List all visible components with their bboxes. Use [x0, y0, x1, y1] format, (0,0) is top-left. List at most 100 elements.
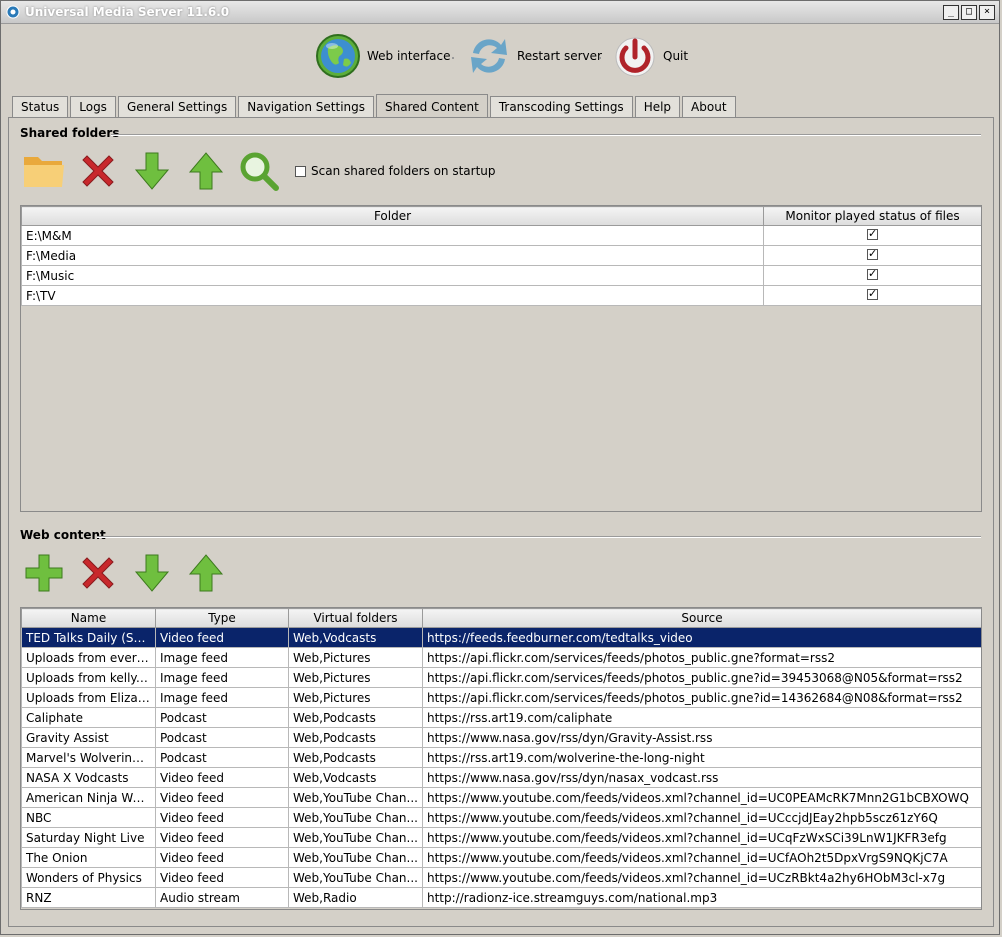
close-button[interactable]: ×	[979, 5, 995, 20]
table-row[interactable]: F:\Music	[21, 265, 981, 286]
maximize-button[interactable]: □	[961, 5, 977, 20]
source-cell[interactable]: https://rss.art19.com/caliphate	[422, 707, 981, 728]
virtual-folders-cell[interactable]: Web,Vodcasts	[288, 627, 423, 648]
type-cell[interactable]: Image feed	[155, 687, 289, 708]
virtual-folders-cell[interactable]: Web,YouTube Chan...	[288, 847, 423, 868]
type-cell[interactable]: Image feed	[155, 647, 289, 668]
tab-shared-content[interactable]: Shared Content	[376, 94, 488, 118]
web-interface-button[interactable]: Web interface	[315, 33, 451, 79]
virtual-folders-cell[interactable]: Web,Pictures	[288, 647, 423, 668]
name-cell[interactable]: Uploads from Elizab...	[21, 687, 156, 708]
table-row[interactable]: RNZ Audio stream Web,Radio http://radionz-i…	[21, 887, 981, 908]
table-row[interactable]: NBC Video feed Web,YouTube Chan... https://…	[21, 807, 981, 828]
move-web-content-up-button[interactable]	[183, 550, 229, 596]
monitor-played-checkbox[interactable]	[867, 247, 878, 260]
type-cell[interactable]: Podcast	[155, 707, 289, 728]
source-cell[interactable]: https://www.nasa.gov/rss/dyn/Gravity-Ass…	[422, 727, 981, 748]
tab-general-settings[interactable]: General Settings	[117, 96, 237, 117]
remove-folder-button[interactable]	[75, 148, 121, 194]
name-cell[interactable]: TED Talks Daily (SD ...	[21, 627, 156, 648]
source-cell[interactable]: https://api.flickr.com/services/feeds/ph…	[422, 687, 981, 708]
name-cell[interactable]: RNZ	[21, 887, 156, 908]
type-cell[interactable]: Video feed	[155, 787, 289, 808]
table-row[interactable]: American Ninja Warr... Video feed Web,YouT…	[21, 787, 981, 808]
folder-path-cell[interactable]: F:\Music	[21, 265, 764, 286]
move-folder-up-button[interactable]	[183, 148, 229, 194]
type-cell[interactable]: Video feed	[155, 847, 289, 868]
type-cell[interactable]: Video feed	[155, 827, 289, 848]
virtual-folders-cell[interactable]: Web,YouTube Chan...	[288, 867, 423, 888]
table-row[interactable]: E:\M&M	[21, 225, 981, 246]
source-cell[interactable]: https://rss.art19.com/wolverine-the-long…	[422, 747, 981, 768]
name-cell[interactable]: American Ninja Warr...	[21, 787, 156, 808]
folder-path-cell[interactable]: F:\Media	[21, 245, 764, 266]
scan-on-startup-checkbox[interactable]	[295, 165, 306, 177]
table-row[interactable]: Uploads from kelly.... Image feed Web,Pict…	[21, 667, 981, 688]
table-row[interactable]: Uploads from everyo... Image feed Web,Pict…	[21, 647, 981, 668]
tab-about[interactable]: About	[682, 96, 736, 117]
name-cell[interactable]: The Onion	[21, 847, 156, 868]
monitor-played-checkbox[interactable]	[867, 287, 878, 300]
monitor-played-checkbox[interactable]	[867, 227, 878, 240]
type-cell[interactable]: Podcast	[155, 727, 289, 748]
virtual-folders-cell[interactable]: Web,Radio	[288, 887, 423, 908]
source-cell[interactable]: https://www.youtube.com/feeds/videos.xml…	[422, 807, 981, 828]
virtual-folders-cell[interactable]: Web,Pictures	[288, 667, 423, 688]
type-column-header[interactable]: Type	[155, 608, 289, 628]
monitor-played-checkbox[interactable]	[867, 267, 878, 280]
source-cell[interactable]: https://www.youtube.com/feeds/videos.xml…	[422, 787, 981, 808]
scan-folders-button[interactable]	[237, 148, 283, 194]
virtual-folders-cell[interactable]: Web,Podcasts	[288, 707, 423, 728]
virtual-folders-cell[interactable]: Web,YouTube Chan...	[288, 827, 423, 848]
tab-logs[interactable]: Logs	[70, 96, 116, 117]
name-cell[interactable]: Saturday Night Live	[21, 827, 156, 848]
name-cell[interactable]: Marvel's Wolverine: T...	[21, 747, 156, 768]
source-cell[interactable]: https://api.flickr.com/services/feeds/ph…	[422, 647, 981, 668]
folder-path-cell[interactable]: E:\M&M	[21, 225, 764, 246]
scan-on-startup-option[interactable]: Scan shared folders on startup	[295, 164, 496, 178]
tab-help[interactable]: Help	[634, 96, 681, 117]
virtual-folders-cell[interactable]: Web,Podcasts	[288, 727, 423, 748]
type-cell[interactable]: Video feed	[155, 807, 289, 828]
virtual-folders-cell[interactable]: Web,YouTube Chan...	[288, 807, 423, 828]
add-web-content-button[interactable]	[21, 550, 67, 596]
tab-navigation-settings[interactable]: Navigation Settings	[238, 96, 375, 117]
folder-path-cell[interactable]: F:\TV	[21, 285, 764, 306]
virtual-folders-cell[interactable]: Web,Vodcasts	[288, 767, 423, 788]
name-cell[interactable]: Uploads from everyo...	[21, 647, 156, 668]
table-row[interactable]: The Onion Video feed Web,YouTube Chan... ht…	[21, 847, 981, 868]
minimize-button[interactable]: _	[943, 5, 959, 20]
name-cell[interactable]: NASA X Vodcasts	[21, 767, 156, 788]
type-cell[interactable]: Audio stream	[155, 887, 289, 908]
source-cell[interactable]: https://www.youtube.com/feeds/videos.xml…	[422, 827, 981, 848]
table-row[interactable]: Uploads from Elizab... Image feed Web,Pict…	[21, 687, 981, 708]
source-cell[interactable]: https://www.youtube.com/feeds/videos.xml…	[422, 867, 981, 888]
type-cell[interactable]: Podcast	[155, 747, 289, 768]
name-cell[interactable]: Wonders of Physics	[21, 867, 156, 888]
name-cell[interactable]: NBC	[21, 807, 156, 828]
tab-transcoding-settings[interactable]: Transcoding Settings	[489, 96, 633, 117]
source-cell[interactable]: https://feeds.feedburner.com/tedtalks_vi…	[422, 627, 981, 648]
add-folder-button[interactable]	[21, 148, 67, 194]
table-row[interactable]: Caliphate Podcast Web,Podcasts https://rss.…	[21, 707, 981, 728]
virtual-folders-column-header[interactable]: Virtual folders	[288, 608, 423, 628]
source-column-header[interactable]: Source	[422, 608, 981, 628]
move-folder-down-button[interactable]	[129, 148, 175, 194]
name-cell[interactable]: Caliphate	[21, 707, 156, 728]
quit-button[interactable]: Quit	[613, 33, 688, 79]
source-cell[interactable]: http://radionz-ice.streamguys.com/nation…	[422, 887, 981, 908]
type-cell[interactable]: Video feed	[155, 867, 289, 888]
virtual-folders-cell[interactable]: Web,Pictures	[288, 687, 423, 708]
table-row[interactable]: NASA X Vodcasts Video feed Web,Vodcasts htt…	[21, 767, 981, 788]
type-cell[interactable]: Image feed	[155, 667, 289, 688]
source-cell[interactable]: https://www.nasa.gov/rss/dyn/nasax_vodca…	[422, 767, 981, 788]
type-cell[interactable]: Video feed	[155, 767, 289, 788]
virtual-folders-cell[interactable]: Web,YouTube Chan...	[288, 787, 423, 808]
restart-server-button[interactable]: Restart server	[467, 33, 602, 79]
name-cell[interactable]: Uploads from kelly....	[21, 667, 156, 688]
source-cell[interactable]: https://www.youtube.com/feeds/videos.xml…	[422, 847, 981, 868]
table-row[interactable]: Gravity Assist Podcast Web,Podcasts https:/…	[21, 727, 981, 748]
name-column-header[interactable]: Name	[21, 608, 156, 628]
tab-status[interactable]: Status	[12, 96, 69, 117]
table-row[interactable]: Saturday Night Live Video feed Web,YouTube…	[21, 827, 981, 848]
